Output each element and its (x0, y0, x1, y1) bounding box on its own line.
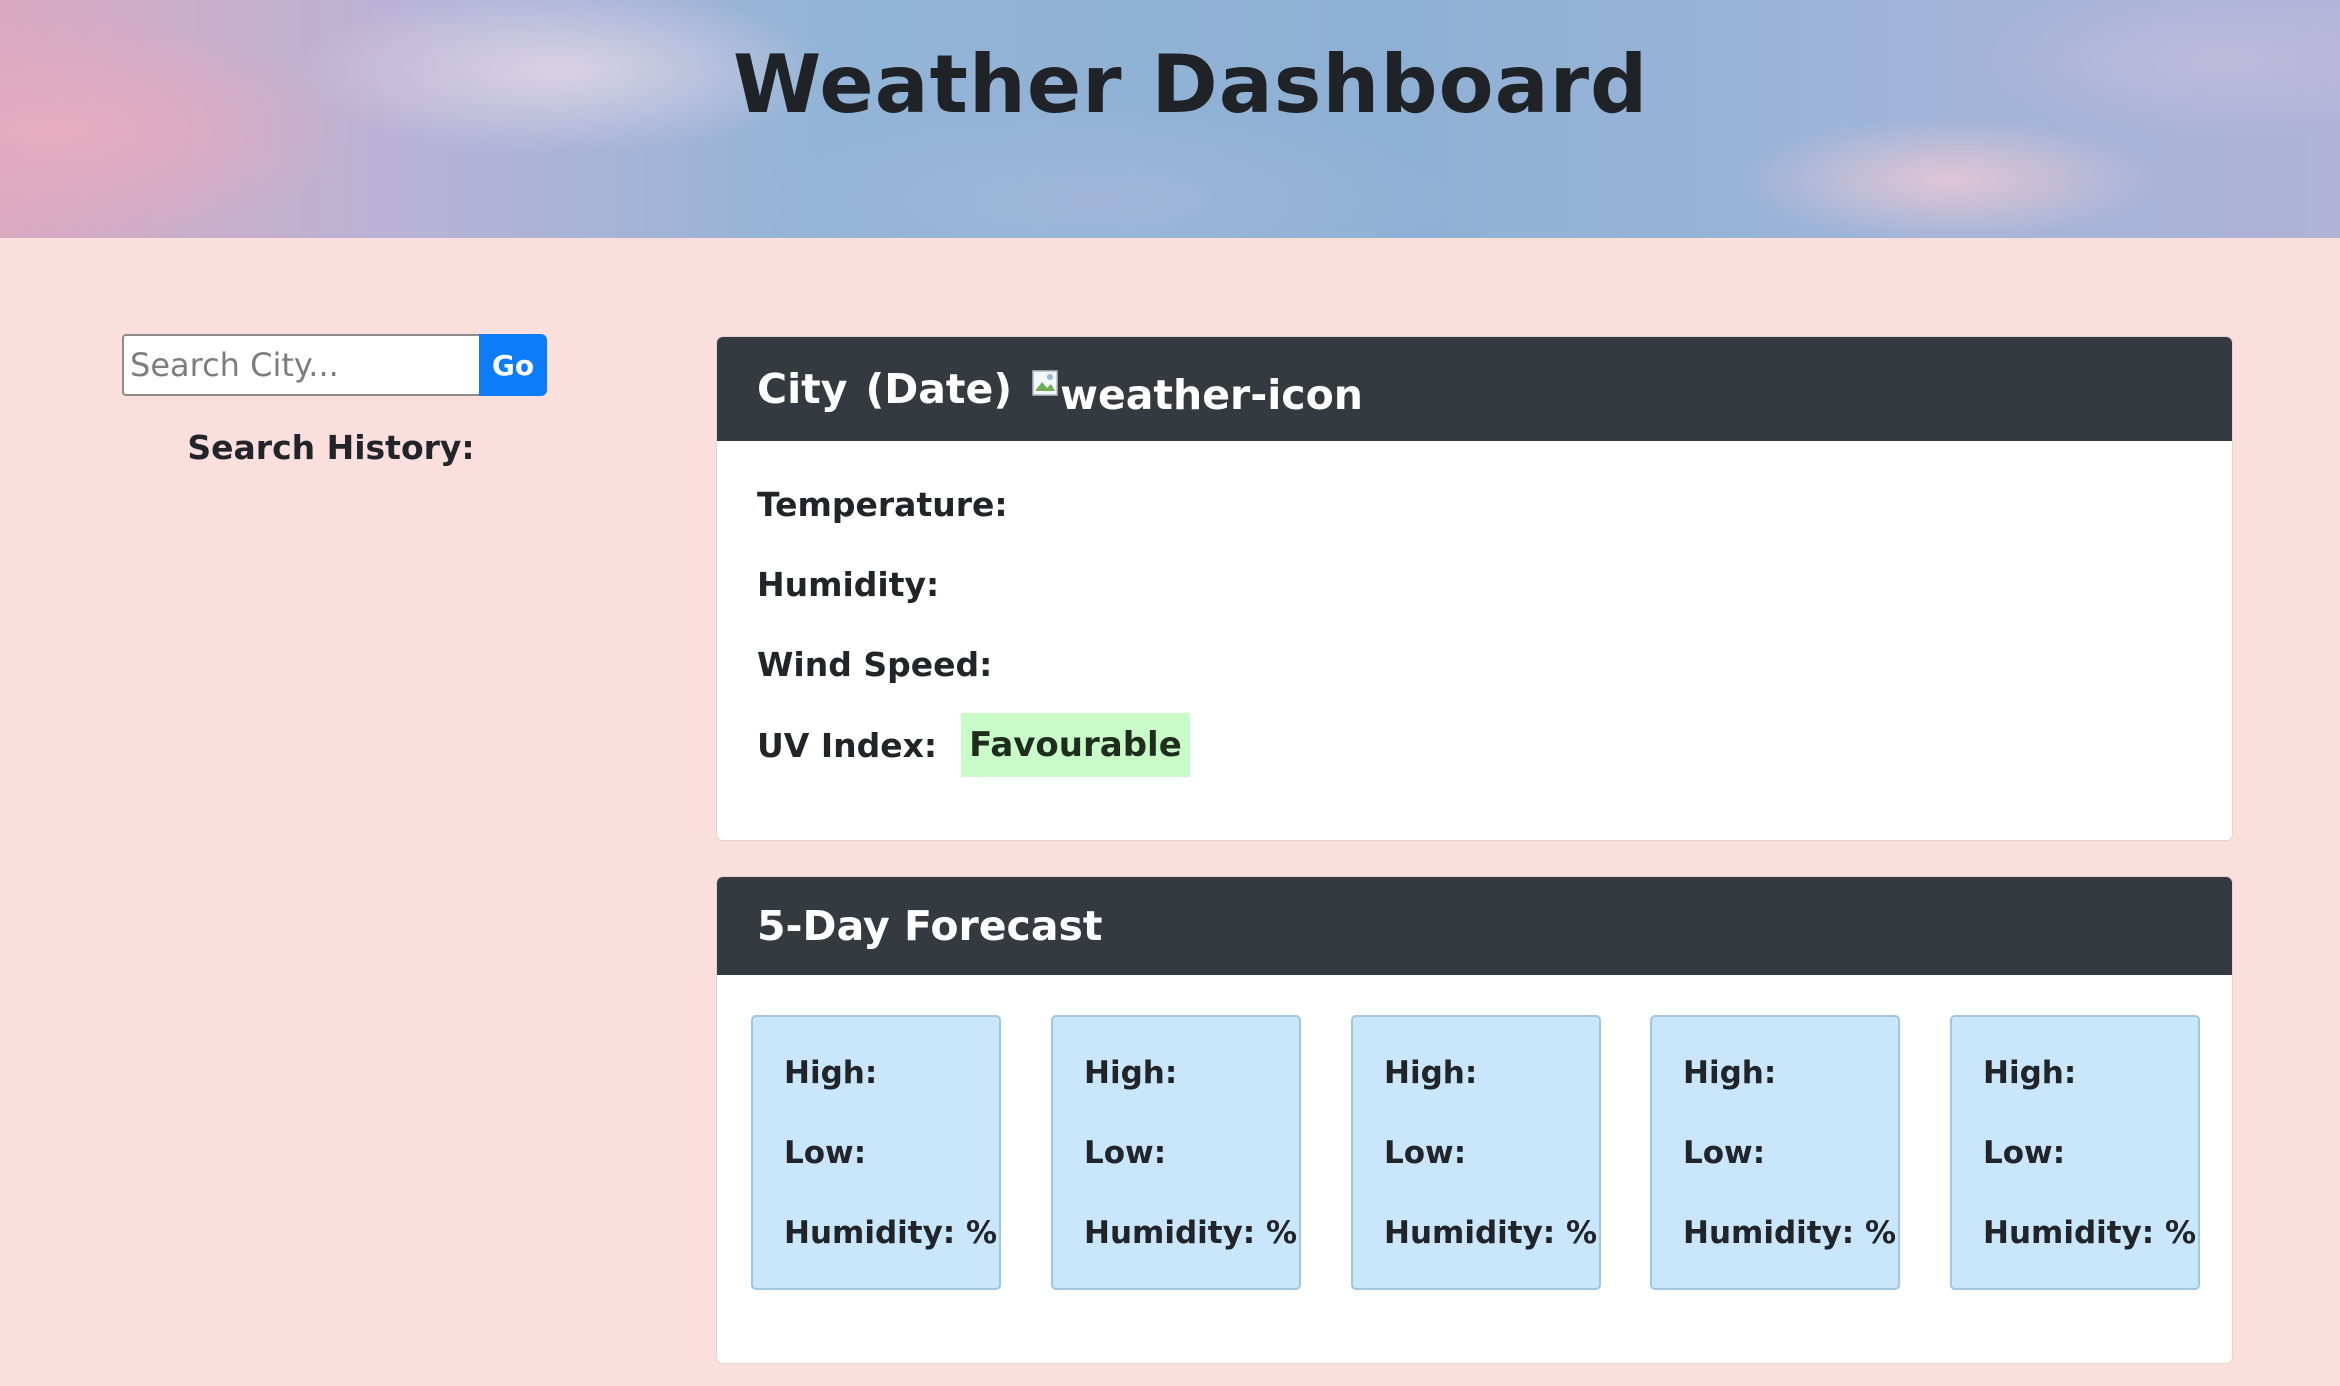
uv-index-label: UV Index: (757, 725, 938, 765)
wind-speed-row: Wind Speed: (757, 645, 992, 684)
current-date: (Date) (865, 365, 1013, 413)
uv-index-badge: Favourable (961, 713, 1190, 777)
forecast-day: High: Low: Humidity: % (1051, 1015, 1301, 1290)
weather-icon-alt: weather-icon (1060, 371, 1363, 419)
forecast-humidity: Humidity: % (1084, 1215, 1298, 1251)
temperature-row: Temperature: (757, 485, 1008, 524)
temperature-label: Temperature: (757, 485, 1008, 524)
forecast-day: High: Low: Humidity: % (751, 1015, 1001, 1290)
forecast-low: Low: (1683, 1135, 1766, 1171)
forecast-header: 5-Day Forecast (717, 877, 2232, 975)
forecast-card: 5-Day Forecast High: Low: Humidity: % Hi… (716, 876, 2233, 1364)
humidity-label: Humidity: (757, 565, 940, 604)
forecast-high: High: (1683, 1055, 1777, 1091)
forecast-high: High: (1084, 1055, 1178, 1091)
humidity-row: Humidity: (757, 565, 939, 604)
forecast-high: High: (1384, 1055, 1478, 1091)
broken-image-icon (1032, 370, 1058, 396)
uv-index-row: UV Index: Favourable (757, 713, 1190, 777)
search-input[interactable] (122, 334, 479, 396)
forecast-humidity: Humidity: % (1683, 1215, 1897, 1251)
wind-speed-label: Wind Speed: (757, 645, 993, 684)
current-weather-card: City (Date) weather-icon Temperature: Hu… (716, 336, 2233, 841)
search-history-title: Search History: (187, 428, 475, 467)
forecast-day: High: Low: Humidity: % (1950, 1015, 2200, 1290)
forecast-day: High: Low: Humidity: % (1650, 1015, 1900, 1290)
forecast-day: High: Low: Humidity: % (1351, 1015, 1601, 1290)
forecast-low: Low: (1384, 1135, 1467, 1171)
city-name: City (757, 365, 848, 413)
forecast-title: 5-Day Forecast (757, 902, 1103, 950)
forecast-high: High: (1983, 1055, 2077, 1091)
forecast-high: High: (784, 1055, 878, 1091)
current-weather-header: City (Date) weather-icon (717, 337, 2232, 441)
page-title: Weather Dashboard (733, 38, 1649, 131)
forecast-humidity: Humidity: % (1983, 1215, 2197, 1251)
forecast-humidity: Humidity: % (1384, 1215, 1598, 1251)
header-banner: Weather Dashboard (0, 0, 2340, 238)
go-button[interactable]: Go (479, 334, 547, 396)
forecast-low: Low: (1084, 1135, 1167, 1171)
forecast-humidity: Humidity: % (784, 1215, 998, 1251)
search-form: Go (122, 334, 547, 396)
forecast-low: Low: (784, 1135, 867, 1171)
forecast-low: Low: (1983, 1135, 2066, 1171)
weather-icon: weather-icon (1032, 370, 1363, 419)
